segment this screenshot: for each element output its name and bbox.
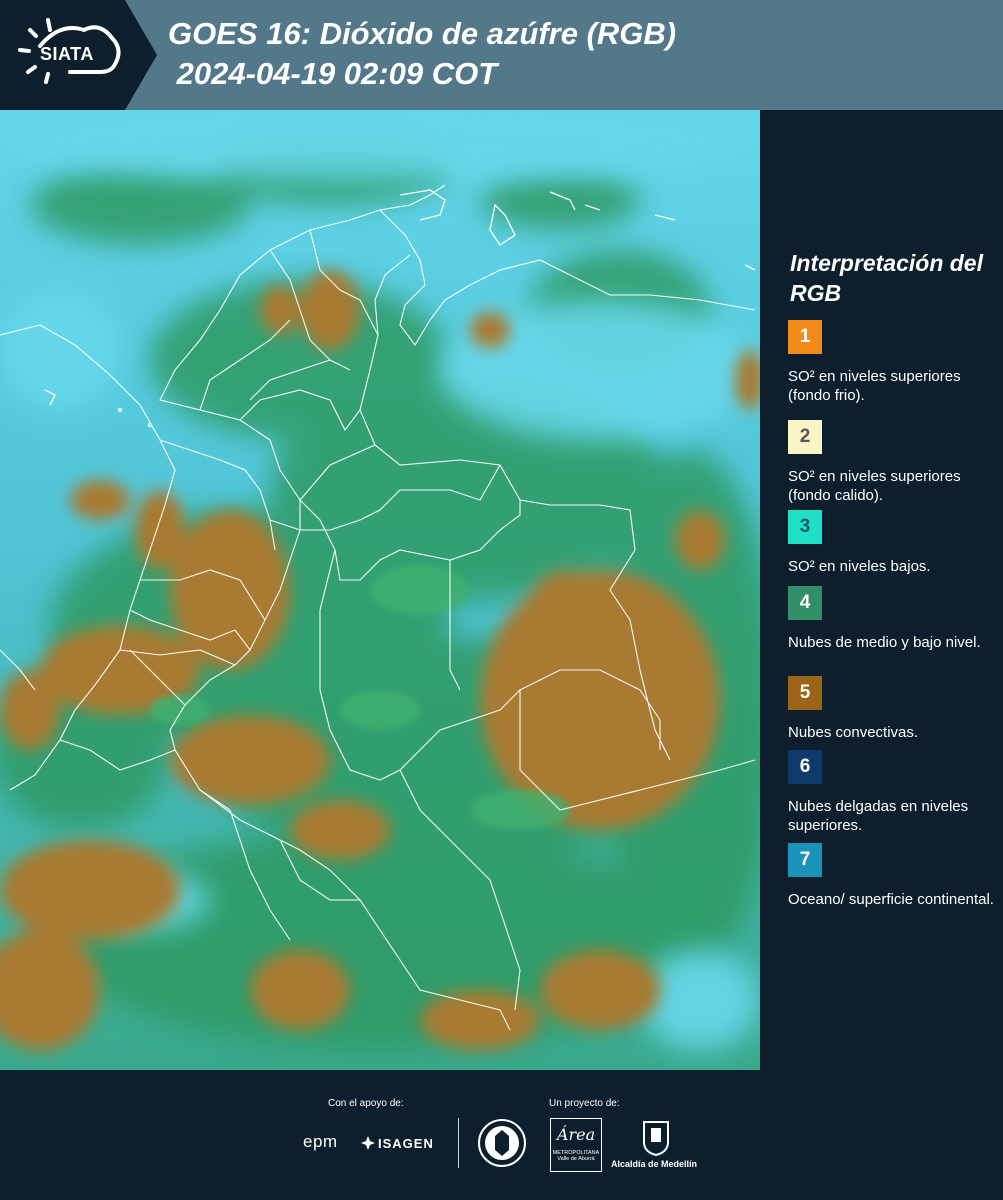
legend-item-2: 2 SO² en niveles superiores (fondo calid… bbox=[788, 420, 998, 505]
logo-arrow bbox=[125, 0, 157, 110]
legend-label: Oceano/ superficie continental. bbox=[788, 891, 994, 908]
satellite-map bbox=[0, 110, 760, 1070]
project-label: Un proyecto de: bbox=[549, 1098, 620, 1109]
legend-label: Nubes convectivas. bbox=[788, 724, 919, 741]
isagen-logo: ISAGEN bbox=[378, 1136, 434, 1151]
legend-label: SO² en niveles superiores (fondo frio). bbox=[788, 368, 961, 404]
legend-item-3: 3 SO² en niveles bajos. bbox=[788, 510, 998, 576]
support-label: Con el apoyo de: bbox=[328, 1098, 404, 1109]
legend-swatch-3: 3 bbox=[788, 510, 822, 544]
legend-label: SO² en niveles superiores (fondo calido)… bbox=[788, 468, 961, 504]
legend-number: 6 bbox=[799, 756, 811, 777]
isagen-icon bbox=[361, 1136, 375, 1150]
legend-item-6: 6 Nubes delgadas en niveles superiores. bbox=[788, 750, 998, 835]
legend-number: 7 bbox=[799, 849, 811, 870]
legend-swatch-1: 1 bbox=[788, 320, 822, 354]
footer: Con el apoyo de: Un proyecto de: epm ISA… bbox=[0, 1070, 1003, 1200]
epm-logo: epm bbox=[303, 1132, 338, 1151]
title-line-1: GOES 16: Dióxido de azúfre (RGB) bbox=[168, 16, 677, 51]
map-image bbox=[0, 110, 760, 1070]
alcaldia-crest-icon bbox=[643, 1121, 669, 1156]
legend-label: Nubes delgadas en niveles superiores. bbox=[788, 798, 969, 834]
legend-swatch-5: 5 bbox=[788, 676, 822, 710]
alcaldia-label: Alcaldía de Medellín bbox=[611, 1159, 698, 1169]
area-script: Área bbox=[556, 1125, 596, 1144]
legend-item-7: 7 Oceano/ superficie continental. bbox=[788, 843, 998, 909]
legend-swatch-4: 4 bbox=[788, 586, 822, 620]
medellin-seal-icon bbox=[478, 1119, 526, 1167]
siata-logo: SIATA bbox=[0, 0, 125, 110]
logo-text: SIATA bbox=[40, 44, 94, 64]
legend-item-4: 4 Nubes de medio y bajo nivel. bbox=[788, 586, 998, 652]
title-line-2: 2024-04-19 02:09 COT bbox=[168, 56, 498, 91]
legend-item-1: 1 SO² en niveles superiores (fondo frio)… bbox=[788, 320, 998, 405]
legend-panel: Interpretación del RGB 1 SO² en niveles … bbox=[760, 110, 1003, 1070]
legend-number: 4 bbox=[799, 592, 811, 613]
legend-item-5: 5 Nubes convectivas. bbox=[788, 676, 998, 742]
legend-number: 3 bbox=[799, 516, 811, 537]
legend-number: 5 bbox=[799, 682, 811, 703]
legend-swatch-7: 7 bbox=[788, 843, 822, 877]
footer-divider bbox=[458, 1118, 459, 1168]
legend-swatch-6: 6 bbox=[788, 750, 822, 784]
legend-title: Interpretación del RGB bbox=[790, 250, 983, 306]
area-line2: Valle de Aburrá bbox=[557, 1156, 595, 1162]
legend-label: SO² en niveles bajos. bbox=[788, 558, 931, 575]
legend-number: 1 bbox=[799, 326, 811, 347]
legend-number: 2 bbox=[799, 426, 811, 447]
header-bar: SIATA GOES 16: Dióxido de azúfre (RGB) 2… bbox=[0, 0, 1003, 110]
legend-swatch-2: 2 bbox=[788, 420, 822, 454]
page-title: GOES 16: Dióxido de azúfre (RGB) 2024-04… bbox=[168, 14, 676, 94]
legend-label: Nubes de medio y bajo nivel. bbox=[788, 634, 981, 651]
area-metropolitana-logo: Área METROPOLITANA Valle de Aburrá bbox=[550, 1118, 602, 1172]
